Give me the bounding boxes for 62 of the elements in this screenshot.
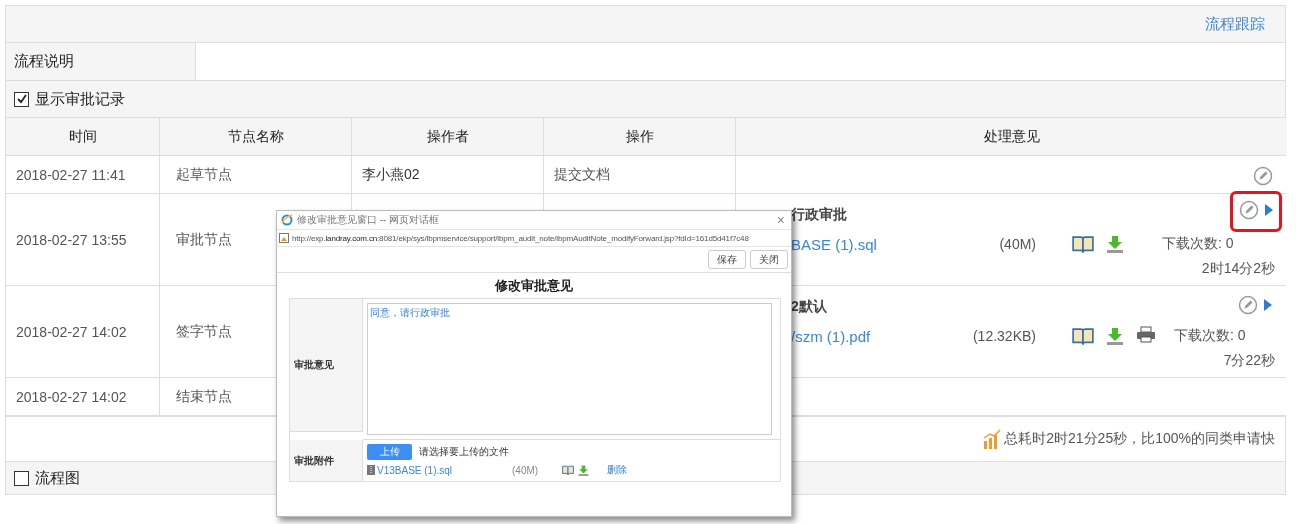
toolbar-button[interactable]: 保存 [708, 250, 746, 269]
pencil-circle-icon[interactable] [1239, 200, 1259, 220]
pencil-circle-icon[interactable] [1238, 295, 1258, 315]
summary-text: 总耗时2时21分25秒，比100%的同类申请快 [1004, 430, 1275, 448]
upload-hint: 请选择要上传的文件 [419, 445, 509, 459]
column-header: 节点名称 [227, 127, 284, 146]
expand-triangle-icon[interactable] [1263, 298, 1273, 312]
upload-button[interactable]: 上传 [367, 444, 412, 460]
time-cell: 2018-02-27 14:02 [16, 388, 127, 405]
node-cell-text: 审批节点 [175, 230, 232, 249]
book-icon[interactable] [562, 464, 574, 476]
time-cell: 2018-02-27 11:41 [16, 166, 126, 183]
field-label: 审批意见 [294, 358, 334, 372]
pencil-circle-icon[interactable] [1253, 166, 1273, 186]
opinion-text: 行政审批 [791, 206, 847, 222]
column-header: 操作 [625, 127, 654, 146]
field-label: 审批附件 [294, 453, 334, 468]
close-button[interactable]: × [776, 213, 785, 227]
address-text: http://exp.landray.com.cn:8081/ekp/sys/lbpmservice/support/lbpm_audit_note/lbpmAuditNote_modifyForward.jsp?fdId=161d5d41f7c48 [292, 233, 749, 243]
duration-text: 2时14分2秒 [1200, 260, 1275, 278]
file-size: (40M) [512, 464, 540, 476]
page-icon [279, 233, 289, 243]
toolbar-button[interactable]: 关闭 [750, 250, 788, 269]
delete-link[interactable]: 删除 [607, 463, 627, 477]
download-icon[interactable] [578, 464, 589, 476]
time-cell: 2018-02-27 14:02 [16, 323, 127, 340]
checkbox-label[interactable]: 流程图 [35, 468, 80, 488]
file-link[interactable]: /szm (1).pdf [791, 327, 966, 345]
dialog-title: 修改审批意见窗口 -- 网页对话框 [297, 213, 441, 227]
opinion-text: 2默认 [791, 298, 827, 314]
file-icon [367, 465, 375, 475]
checkbox[interactable] [14, 470, 29, 486]
file-size: (40M) [998, 236, 1036, 252]
node-cell-text: 结束节点 [175, 387, 232, 406]
download-count: 下载次数: 0 [1162, 235, 1234, 253]
node-cell-text: 起草节点 [175, 165, 232, 184]
download-icon[interactable] [1106, 235, 1124, 253]
file-link[interactable]: BASE (1).sql [791, 235, 966, 253]
browser-icon [281, 214, 293, 226]
operator-cell: 李小燕02 [362, 165, 420, 184]
checkbox[interactable] [14, 91, 29, 107]
operation-cell: 提交文档 [554, 165, 610, 184]
file-size: (12.32KB) [971, 328, 1036, 344]
expand-triangle-icon[interactable] [1264, 203, 1274, 217]
opinion-field[interactable]: 同意，请行政审批 [367, 303, 772, 435]
field-label: 流程说明 [14, 52, 74, 71]
printer-icon[interactable] [1136, 326, 1156, 343]
duration-text: 7分22秒 [1222, 352, 1275, 370]
download-count: 下载次数: 0 [1174, 327, 1246, 345]
node-cell-text: 签字节点 [175, 322, 232, 341]
checkbox-label[interactable]: 显示审批记录 [35, 89, 125, 109]
bar-chart-icon [983, 429, 1002, 449]
dialog-heading: 修改审批意见 [493, 277, 574, 295]
book-icon[interactable] [1072, 326, 1094, 346]
file-link[interactable]: V13BASE (1).sql [377, 464, 512, 476]
column-header: 时间 [68, 127, 97, 146]
column-header: 处理意见 [983, 127, 1040, 146]
column-header: 操作者 [426, 127, 469, 146]
time-cell: 2018-02-27 13:55 [16, 231, 127, 248]
book-icon[interactable] [1072, 234, 1094, 254]
flow-tracking-link[interactable]: 流程跟踪 [1205, 14, 1265, 34]
download-icon[interactable] [1106, 327, 1124, 345]
